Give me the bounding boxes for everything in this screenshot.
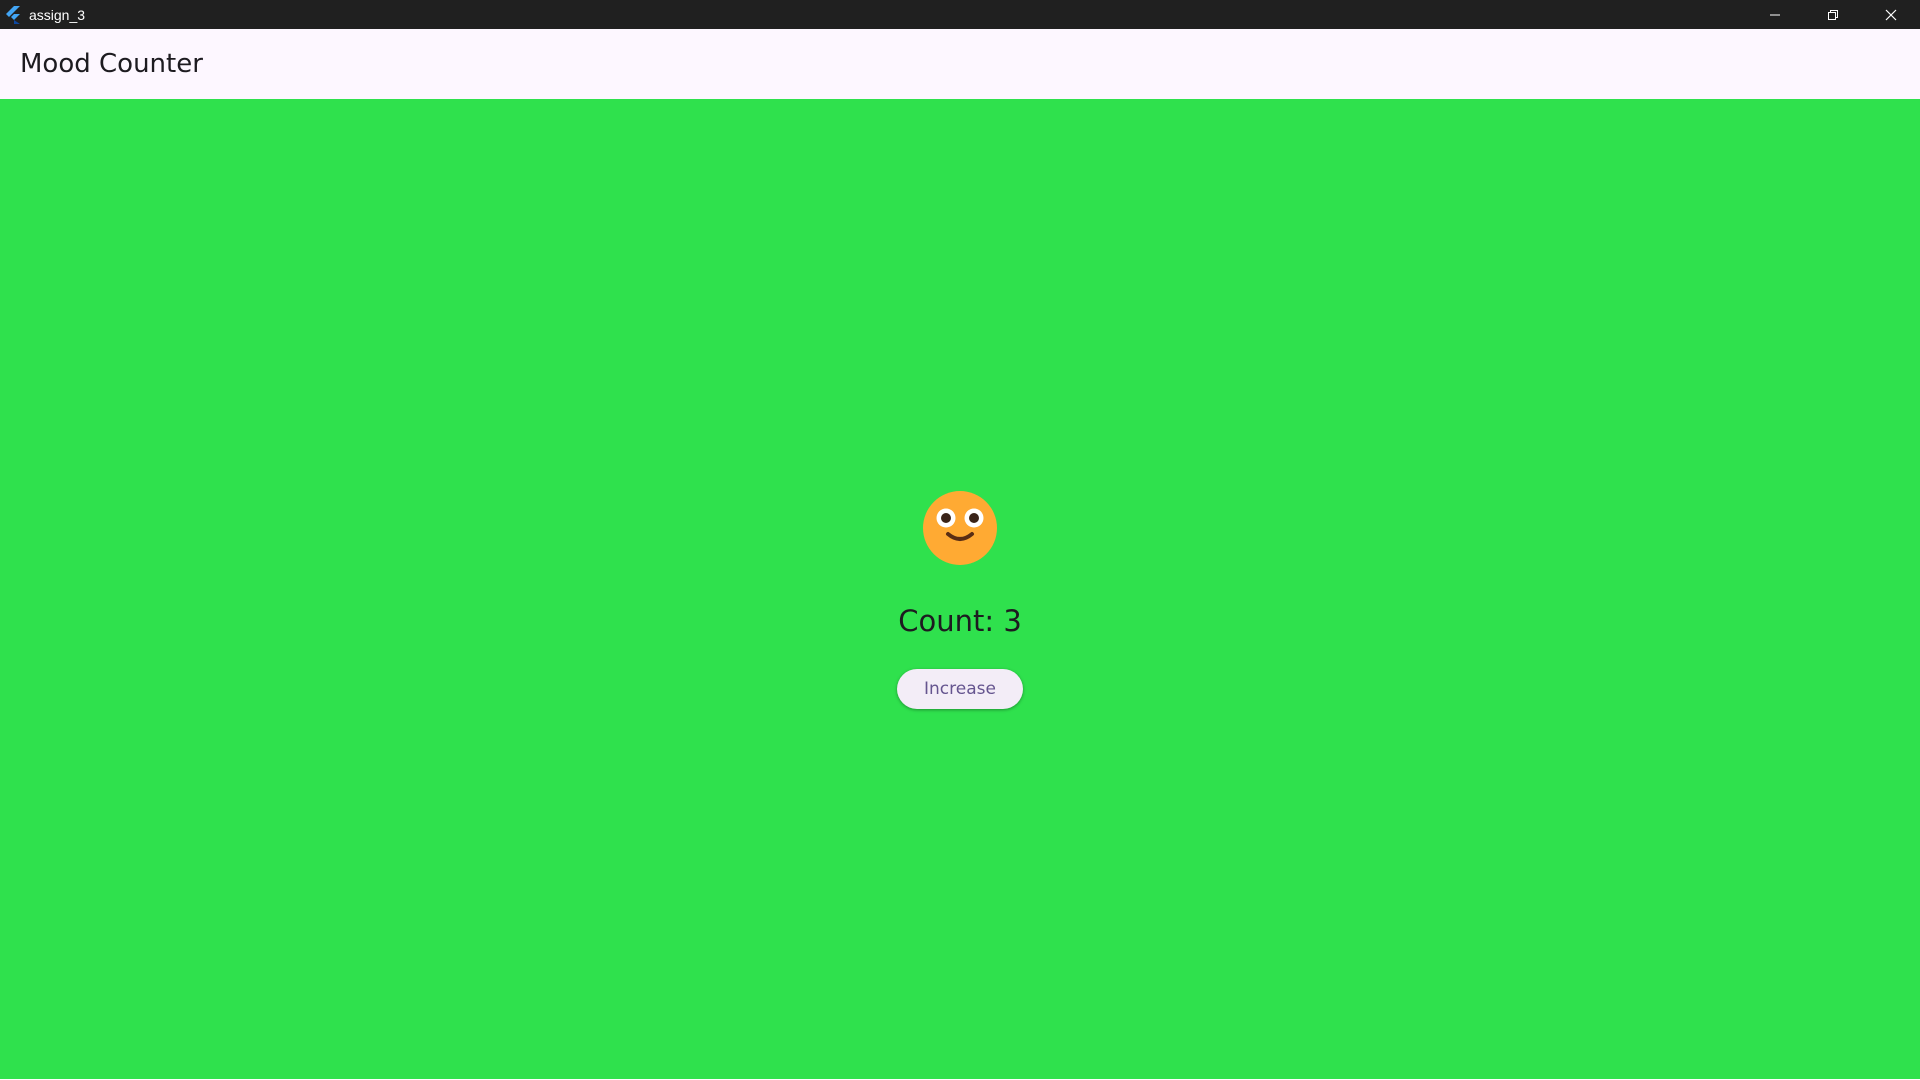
minimize-button[interactable] bbox=[1746, 0, 1804, 29]
window-controls bbox=[1746, 0, 1920, 29]
app-bar: Mood Counter bbox=[0, 29, 1920, 99]
mood-column: Count: 3 Increase bbox=[0, 99, 1920, 1080]
increase-button[interactable]: Increase bbox=[897, 669, 1023, 709]
restore-icon bbox=[1828, 9, 1838, 20]
minimize-icon bbox=[1770, 14, 1780, 15]
smiling-face-icon bbox=[923, 491, 997, 565]
count-text: Count: 3 bbox=[898, 604, 1022, 638]
page-title: Mood Counter bbox=[20, 49, 203, 79]
increase-button-label: Increase bbox=[924, 679, 996, 699]
window-titlebar: assign_3 bbox=[0, 0, 1920, 29]
flutter-logo-icon bbox=[6, 5, 20, 24]
close-button[interactable] bbox=[1862, 0, 1920, 29]
main-content: Count: 3 Increase bbox=[0, 99, 1920, 1080]
close-icon bbox=[1885, 9, 1897, 20]
restore-button[interactable] bbox=[1804, 0, 1862, 29]
window-title: assign_3 bbox=[29, 6, 86, 23]
